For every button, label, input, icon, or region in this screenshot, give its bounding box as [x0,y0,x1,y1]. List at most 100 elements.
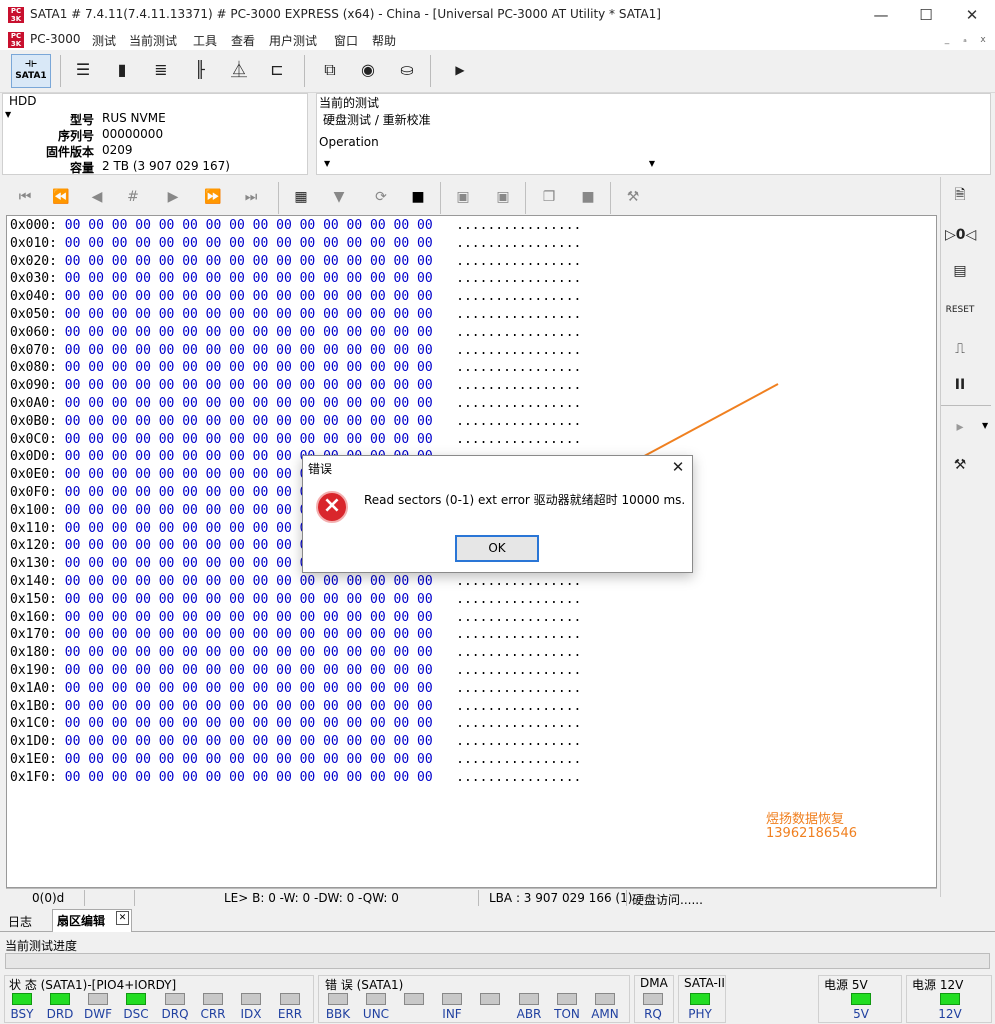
load-from-file-icon[interactable]: ▣ [490,184,516,210]
hex-row: 0x010: 00 00 00 00 00 00 00 00 00 00 00 … [10,236,581,254]
menu-app-icon[interactable]: PC 3K [8,32,24,48]
serial-label: 序列号 [57,129,94,143]
hex-offset: 0x030: [10,271,57,287]
play-step-icon[interactable]: ▸ [945,414,975,440]
tab-sector-editor[interactable]: 扇区编辑 ✕ [52,909,132,932]
hex-row: 0x070: 00 00 00 00 00 00 00 00 00 00 00 … [10,343,581,361]
list-icon[interactable]: ≣ [147,56,175,84]
chip-icon[interactable]: ▮ [108,56,136,84]
hex-bytes: 00 00 00 00 00 00 00 00 00 00 00 00 00 0… [64,734,433,750]
first-sector-icon[interactable]: ⏮ [12,184,38,210]
hex-row: 0x060: 00 00 00 00 00 00 00 00 00 00 00 … [10,325,581,343]
sata1-port-button[interactable]: ⟛ SATA1 [11,54,51,88]
error-bbk-label: BBK [325,1007,351,1021]
copy-icon[interactable]: ⧉ [316,56,344,84]
hex-bytes: 00 00 00 00 00 00 00 00 00 00 00 00 00 0… [64,591,433,607]
prev-sector-icon[interactable]: ◀ [84,184,110,210]
hex-offset: 0x050: [10,307,57,322]
menu-help[interactable]: 帮助 [372,32,396,49]
hex-ascii: ................ [456,591,582,607]
hex-offset: 0x0F0: [10,485,57,500]
error-unc-label: UNC [362,1007,390,1021]
status-dsc-led [126,993,146,1005]
hex-row: 0x1F0: 00 00 00 00 00 00 00 00 00 00 00 … [10,770,581,788]
panel-dropdown-icon[interactable]: ▼ [982,421,988,430]
mdi-restore-button[interactable]: ₐ [958,34,972,47]
capacity-value: 2 TB (3 907 029 167) [102,159,230,173]
drive-params-icon[interactable]: ☰ [69,56,97,84]
hex-row: 0x020: 00 00 00 00 00 00 00 00 00 00 00 … [10,254,581,272]
hex-offset: 0x1C0: [10,716,57,732]
panel-separator [941,405,991,406]
error-group-title: 错 误 (SATA1) [325,978,404,992]
mdi-close-button[interactable]: x [976,34,990,47]
power-switch-icon[interactable]: ⎍ [945,336,975,362]
hex-ascii: ................ [456,752,582,767]
hex-ascii: ................ [456,716,582,732]
goto-sector-icon[interactable]: # [120,184,146,210]
menu-test[interactable]: 测试 [92,32,116,49]
watermark-phone: 13962186546 [766,826,857,841]
dropdown-arrow-icon: ▼ [324,159,331,168]
toolbar-separator [304,55,305,87]
disk-stack-icon[interactable]: ◉ [351,56,385,84]
sata-phy-led [690,993,710,1005]
menu-view[interactable]: 查看 [231,32,255,49]
sata-group-title: SATA-II [684,976,725,990]
hdd-section-label: HDD [9,94,37,108]
hex-ascii: ................ [456,663,582,678]
bar-chart-icon[interactable]: ╟ [186,56,214,84]
menu-window[interactable]: 窗口 [334,32,358,49]
read-down-icon[interactable]: ▼ [326,184,352,210]
next-sector-icon[interactable]: ▶ [160,184,186,210]
menu-tools[interactable]: 工具 [193,32,217,49]
hex-bytes: 00 00 00 00 00 00 00 00 00 00 00 00 00 0… [64,378,433,394]
hex-row: 0x140: 00 00 00 00 00 00 00 00 00 00 00 … [10,574,581,592]
fast-forward-icon[interactable]: ⏩ [200,184,226,210]
panel-tools-icon[interactable]: ⚒ [945,452,975,478]
ok-button[interactable]: OK [455,535,539,562]
fast-back-icon[interactable]: ⏪ [48,184,74,210]
window-title: SATA1 # 7.4.11(7.4.11.13371) # PC-3000 E… [30,7,661,21]
dialog-close-button[interactable]: ✕ [668,458,688,476]
hex-row: 0x090: 00 00 00 00 00 00 00 00 00 00 00 … [10,378,581,396]
stop-icon[interactable]: ■ [405,184,431,210]
power-zero-icon[interactable]: ▷0◁ [945,222,976,248]
paste-buffer-icon[interactable]: ■ [575,184,601,210]
status-drd-led [50,993,70,1005]
reset-icon[interactable]: RESET [945,297,975,323]
hex-offset: 0x190: [10,663,57,678]
lba-text: LBA : 3 907 029 166 (1) [489,891,633,905]
chip-board-icon[interactable]: ▤ [945,258,975,284]
status-bsy-label: BSY [10,1007,34,1021]
drive-info-icon[interactable]: 🗎 [945,182,975,208]
operation-dropdown[interactable]: ▼ ▼ [322,159,657,173]
refresh-icon[interactable]: ⟳ [368,184,394,210]
maximize-button[interactable]: ☐ [903,0,949,30]
tool-stand-icon[interactable]: ⏅ [225,56,253,84]
save-to-file-icon[interactable]: ▣ [450,184,476,210]
menu-pc3000[interactable]: PC-3000 [30,32,80,46]
tools-icon[interactable]: ⚒ [620,184,646,210]
menu-current-test[interactable]: 当前测试 [129,32,177,49]
lba-grid-icon[interactable]: ▦ [288,184,314,210]
utility-icon[interactable]: ⛀ [393,56,421,84]
close-button[interactable]: ✕ [949,0,995,30]
last-sector-icon[interactable]: ⏭ [238,184,264,210]
hex-row: 0x000: 00 00 00 00 00 00 00 00 00 00 00 … [10,218,581,236]
tab-close-icon[interactable]: ✕ [116,911,129,925]
hex-offset: 0x130: [10,556,57,572]
tab-log[interactable]: 日志 [4,911,36,931]
menu-user-test[interactable]: 用户测试 [269,32,317,49]
copy-buffer-icon[interactable]: ❐ [536,184,562,210]
hex-ascii: ................ [456,218,582,233]
right-side-panel [940,177,992,897]
hex-bytes: 00 00 00 00 00 00 00 00 00 00 00 00 00 0… [64,627,433,643]
drive-eject-icon[interactable]: ⊏ [263,56,291,84]
minimize-button[interactable]: — [858,0,904,30]
more-tools-arrow-icon[interactable]: ▶ [446,56,474,84]
pause-icon[interactable]: II [945,372,975,398]
hex-row: 0x150: 00 00 00 00 00 00 00 00 00 00 00 … [10,592,581,610]
mdi-minimize-button[interactable]: _ [940,34,954,47]
tab-sector-editor-label: 扇区编辑 [57,914,106,928]
